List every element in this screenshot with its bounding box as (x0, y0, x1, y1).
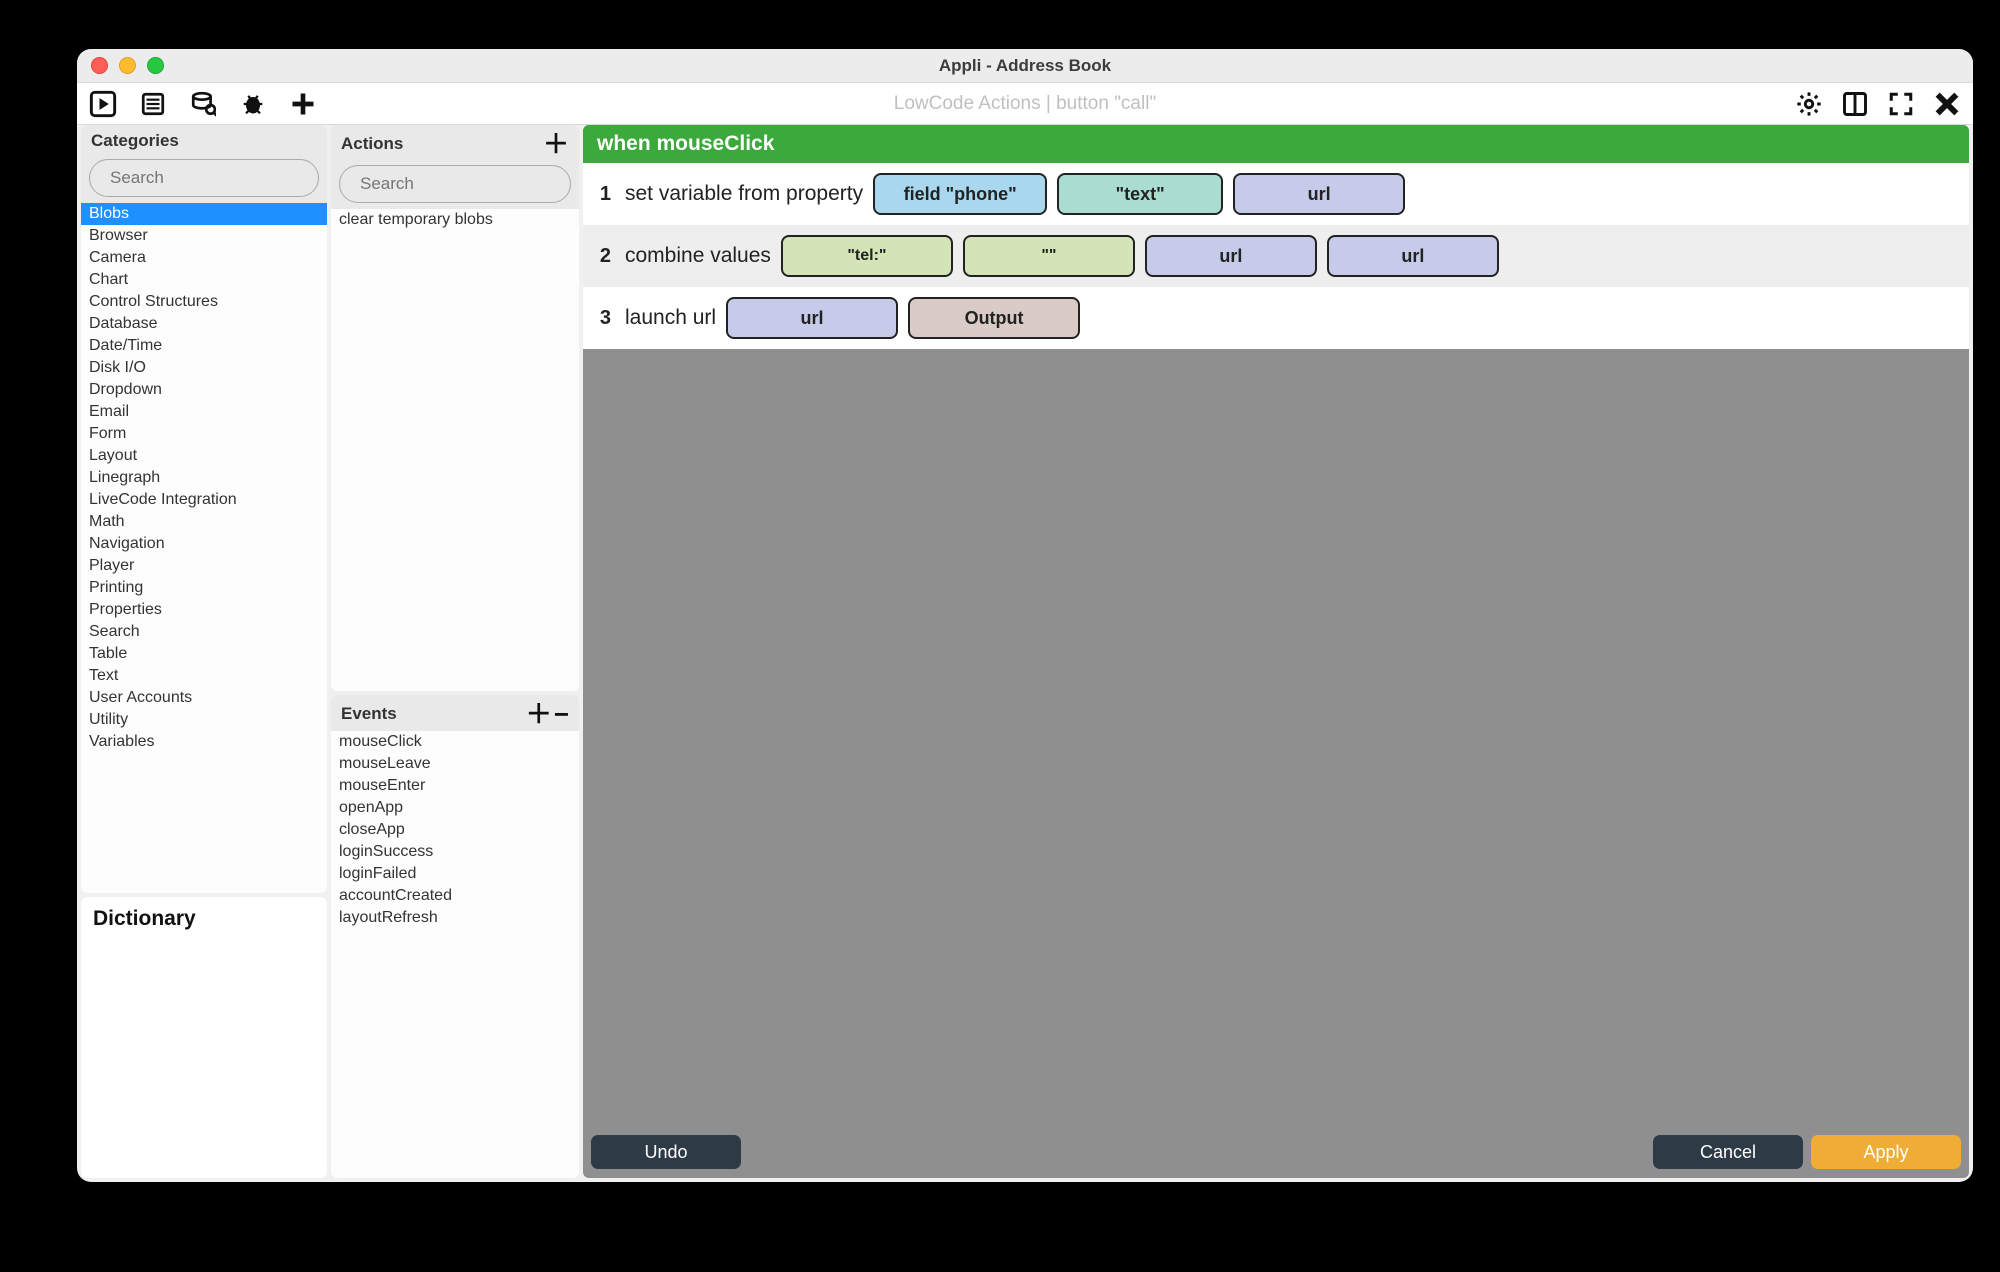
actions-search[interactable] (339, 165, 571, 203)
event-item[interactable]: mouseClick (331, 731, 579, 753)
step-chip[interactable]: field "phone" (873, 173, 1047, 215)
categories-search[interactable] (89, 159, 319, 197)
category-item[interactable]: Control Structures (81, 291, 327, 313)
actions-header: Actions (341, 134, 403, 154)
event-item[interactable]: closeApp (331, 819, 579, 841)
category-item[interactable]: Navigation (81, 533, 327, 555)
fullscreen-icon[interactable] (1887, 90, 1915, 118)
workflow-event-header: when mouseClick (583, 125, 1969, 163)
category-item[interactable]: Math (81, 511, 327, 533)
actions-panel: Actions ＋ clear temporary blobs (331, 125, 579, 691)
plus-icon[interactable] (289, 90, 317, 118)
action-item[interactable]: clear temporary blobs (331, 209, 579, 231)
event-item[interactable]: layoutRefresh (331, 907, 579, 929)
cancel-button[interactable]: Cancel (1653, 1135, 1803, 1169)
workflow-footer: Undo Cancel Apply (583, 1134, 1969, 1178)
category-item[interactable]: Email (81, 401, 327, 423)
dictionary-panel: Dictionary (81, 897, 327, 1178)
gear-icon[interactable] (1795, 90, 1823, 118)
workflow-step[interactable]: 2combine values"tel:"""urlurl (583, 225, 1969, 287)
category-item[interactable]: Linegraph (81, 467, 327, 489)
step-chip[interactable]: url (1145, 235, 1317, 277)
step-label: combine values (625, 244, 771, 268)
toolbar-subtitle: LowCode Actions | button "call" (77, 93, 1973, 115)
window-title: Appli - Address Book (77, 56, 1973, 76)
step-label: set variable from property (625, 182, 863, 206)
event-item[interactable]: accountCreated (331, 885, 579, 907)
category-item[interactable]: User Accounts (81, 687, 327, 709)
category-item[interactable]: Database (81, 313, 327, 335)
category-item[interactable]: Date/Time (81, 335, 327, 357)
event-item[interactable]: loginSuccess (331, 841, 579, 863)
categories-search-input[interactable] (110, 168, 327, 188)
workflow-column: when mouseClick 1 set variable from prope… (583, 125, 1969, 1178)
traffic-lights (91, 57, 164, 74)
category-item[interactable]: Layout (81, 445, 327, 467)
event-item[interactable]: openApp (331, 797, 579, 819)
category-item[interactable]: LiveCode Integration (81, 489, 327, 511)
event-item[interactable]: mouseLeave (331, 753, 579, 775)
step-label: launch url (625, 306, 716, 330)
categories-panel: Categories BlobsBrowserCameraChartContro… (81, 125, 327, 893)
apply-button[interactable]: Apply (1811, 1135, 1961, 1169)
step-chip[interactable]: url (726, 297, 898, 339)
editor-body: Categories BlobsBrowserCameraChartContro… (77, 125, 1973, 1182)
category-item[interactable]: Player (81, 555, 327, 577)
event-item[interactable]: mouseEnter (331, 775, 579, 797)
step-chip[interactable]: url (1327, 235, 1499, 277)
step-chip[interactable]: "tel:" (781, 235, 953, 277)
category-item[interactable]: Dropdown (81, 379, 327, 401)
workflow-steps: 1 set variable from property field "phone"… (583, 163, 1969, 349)
close-traffic-light[interactable] (91, 57, 108, 74)
step-chip[interactable]: "text" (1057, 173, 1223, 215)
bug-icon[interactable] (239, 90, 267, 118)
category-item[interactable]: Text (81, 665, 327, 687)
step-number: 1 (591, 183, 611, 206)
workflow-step[interactable]: 3 launch url urlOutput (583, 287, 1969, 349)
events-panel: Events ＋ − mouseClickmouseLeavemouseEnte… (331, 695, 579, 1178)
category-item[interactable]: Search (81, 621, 327, 643)
remove-event-button[interactable]: − (554, 701, 569, 727)
step-chip[interactable]: "" (963, 235, 1135, 277)
close-icon[interactable] (1933, 90, 1961, 118)
play-icon[interactable] (89, 90, 117, 118)
titlebar: Appli - Address Book (77, 49, 1973, 83)
categories-column: Categories BlobsBrowserCameraChartContro… (77, 125, 331, 1182)
toolbar: LowCode Actions | button "call" (77, 83, 1973, 125)
middle-column: Actions ＋ clear temporary blobs Events ＋… (331, 125, 583, 1182)
events-header: Events (341, 704, 397, 724)
database-icon[interactable] (189, 90, 217, 118)
category-item[interactable]: Disk I/O (81, 357, 327, 379)
zoom-traffic-light[interactable] (147, 57, 164, 74)
category-item[interactable]: Table (81, 643, 327, 665)
dictionary-header: Dictionary (93, 907, 315, 931)
add-event-button[interactable]: ＋ (526, 701, 552, 727)
split-view-icon[interactable] (1841, 90, 1869, 118)
category-item[interactable]: Camera (81, 247, 327, 269)
step-number: 3 (591, 307, 611, 330)
undo-button[interactable]: Undo (591, 1135, 741, 1169)
category-item[interactable]: Variables (81, 731, 327, 753)
list-icon[interactable] (139, 90, 167, 118)
step-chip[interactable]: Output (908, 297, 1080, 339)
events-list[interactable]: mouseClickmouseLeavemouseEnteropenAppclo… (331, 731, 579, 1178)
add-action-button[interactable]: ＋ (543, 131, 569, 157)
actions-list[interactable]: clear temporary blobs (331, 209, 579, 691)
category-item[interactable]: Blobs (81, 203, 327, 225)
category-item[interactable]: Chart (81, 269, 327, 291)
category-item[interactable]: Printing (81, 577, 327, 599)
step-chip[interactable]: url (1233, 173, 1405, 215)
category-item[interactable]: Properties (81, 599, 327, 621)
workflow-step[interactable]: 1 set variable from property field "phone"… (583, 163, 1969, 225)
app-window: Appli - Address Book LowCode Actions | b… (77, 49, 1973, 1182)
categories-header: Categories (91, 131, 179, 151)
minimize-traffic-light[interactable] (119, 57, 136, 74)
category-item[interactable]: Browser (81, 225, 327, 247)
step-number: 2 (591, 245, 611, 268)
category-item[interactable]: Utility (81, 709, 327, 731)
event-item[interactable]: loginFailed (331, 863, 579, 885)
categories-list[interactable]: BlobsBrowserCameraChartControl Structure… (81, 203, 327, 893)
category-item[interactable]: Form (81, 423, 327, 445)
actions-search-input[interactable] (360, 174, 579, 194)
